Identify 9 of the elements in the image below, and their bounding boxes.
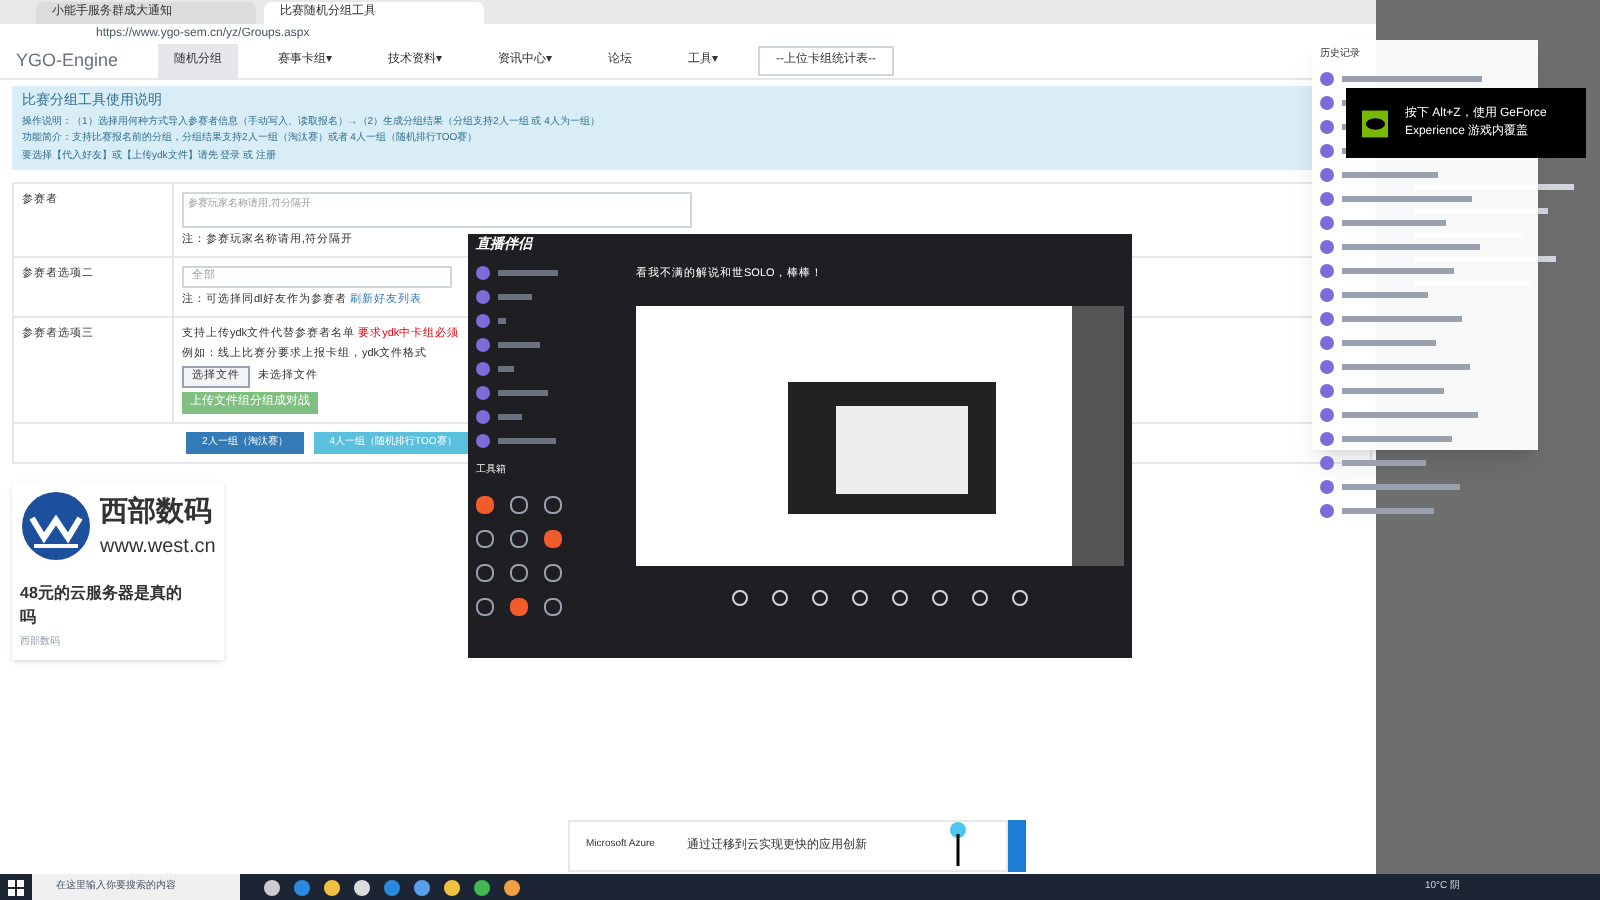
eye-logo-icon xyxy=(1362,109,1389,137)
ad-brand: 西部数码 xyxy=(100,492,214,530)
cloud-upload-icon xyxy=(946,822,971,870)
ad-headline[interactable]: 48元的云服务器是真的吗 xyxy=(20,582,188,630)
tool-icons-drawing xyxy=(476,495,562,615)
wave-logo-icon xyxy=(20,490,92,562)
ad-site: www.west.cn xyxy=(100,534,216,562)
site-brand[interactable]: YGO-Engine xyxy=(16,47,119,75)
windows-start-icon[interactable] xyxy=(8,879,24,895)
